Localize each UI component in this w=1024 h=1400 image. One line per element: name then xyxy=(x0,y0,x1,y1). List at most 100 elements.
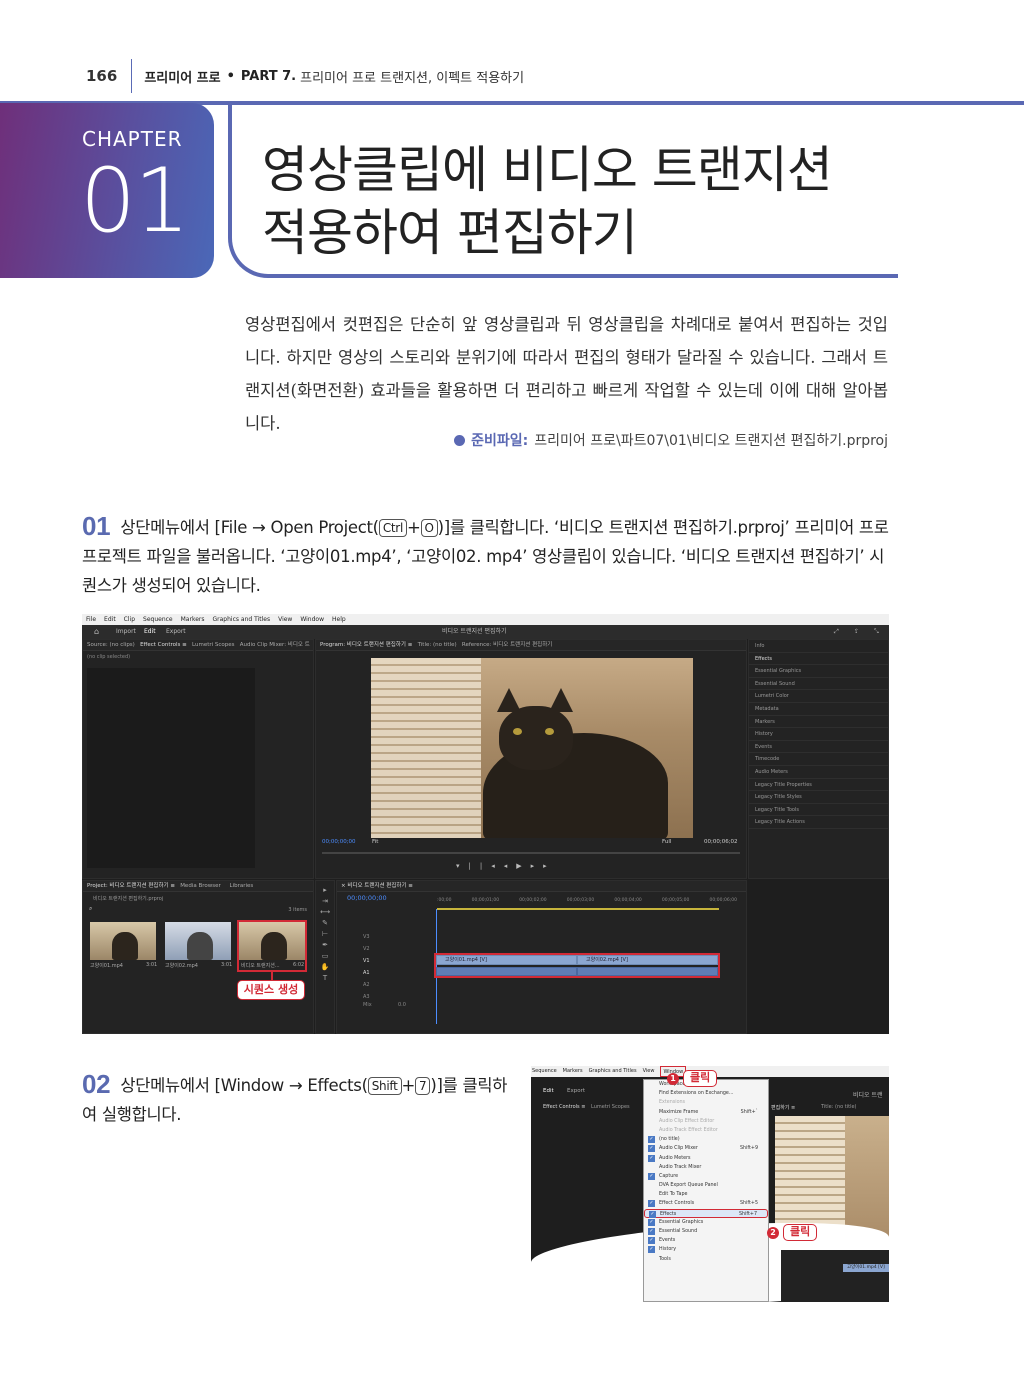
tab-project[interactable]: Project: 비디오 트랜지션 편집하기 ≡ xyxy=(87,883,175,889)
panel-markers[interactable]: Markers xyxy=(749,716,888,729)
tab-source[interactable]: Source: (no clips) xyxy=(87,642,135,648)
ws-edit[interactable]: Edit xyxy=(144,625,156,639)
panel-metadata[interactable]: Metadata xyxy=(749,703,888,716)
chapter-title-line1: 영상클립에 비디오 트랜지션 xyxy=(262,141,833,199)
panel-history[interactable]: History xyxy=(749,728,888,741)
tab-effect-controls[interactable]: Effect Controls ≡ xyxy=(140,642,187,648)
cat-thumb-figure xyxy=(187,932,213,960)
search-icon[interactable]: ⌕ xyxy=(89,905,92,913)
panel-essential-graphics[interactable]: Essential Graphics xyxy=(749,665,888,678)
tab-sequence[interactable]: × 비디오 트랜지션 편집하기 ≡ xyxy=(341,883,413,889)
menu-item[interactable]: ✓ Capture xyxy=(644,1172,768,1181)
tool-icons[interactable]: ▸ ⇥ ⟷ ✎ ⊢ ✒ ▭ ✋ T xyxy=(316,881,334,984)
fullscreen-icon[interactable]: ⤢ xyxy=(834,625,839,639)
program-panel-tabs: Program: 비디오 트랜지션 편집하기 ≡ Title: (no titl… xyxy=(316,640,746,651)
panel-info[interactable]: Info xyxy=(749,640,888,653)
tab-effect-controls[interactable]: Effect Controls ≡ xyxy=(543,1104,585,1110)
panel-lumetri-color[interactable]: Lumetri Color xyxy=(749,690,888,703)
menu-view[interactable]: View xyxy=(643,1066,655,1077)
home-icon[interactable]: ⌂ xyxy=(94,625,99,639)
track-a1[interactable]: A1 xyxy=(363,970,370,980)
tab-media-browser[interactable]: Media Browser xyxy=(180,883,221,889)
menu-graphics[interactable]: Graphics and Titles xyxy=(213,614,271,625)
panel-legacy-title-styles[interactable]: Legacy Title Styles xyxy=(749,791,888,804)
menu-clip[interactable]: Clip xyxy=(124,614,135,625)
bin-thumb-cat01[interactable] xyxy=(90,922,156,960)
work-area-bar[interactable] xyxy=(437,908,719,910)
track-v3[interactable]: V3 xyxy=(363,934,370,944)
menu-item[interactable]: ✓ Events xyxy=(644,1236,768,1245)
expand-icon[interactable]: ⤡ xyxy=(874,625,879,639)
menu-item[interactable]: ✓ History xyxy=(644,1245,768,1254)
intro-paragraph: 영상편집에서 컷편집은 단순히 앞 영상클립과 뒤 영상클립을 차례대로 붙여서… xyxy=(245,315,888,433)
menu-sequence[interactable]: Sequence xyxy=(532,1066,557,1077)
bin-dur-cat02: 3:01 xyxy=(221,962,233,968)
tab-program[interactable]: 편집하기 ≡ xyxy=(771,1104,795,1111)
menu-item[interactable]: ✓ Essential Graphics xyxy=(644,1218,768,1227)
key-7: 7 xyxy=(415,1077,431,1095)
resolution-dropdown[interactable]: Full xyxy=(662,839,671,845)
tab-lumetri[interactable]: Lumetri Scopes xyxy=(591,1104,630,1110)
ws-export[interactable]: Export xyxy=(166,625,186,639)
panel-legacy-title-properties[interactable]: Legacy Title Properties xyxy=(749,779,888,792)
tab-title[interactable]: Title: (no title) xyxy=(821,1104,856,1110)
menu-item-effects[interactable]: ✓ Effects Shift+7 xyxy=(644,1208,768,1218)
menu-item[interactable]: Audio Track Mixer xyxy=(644,1163,768,1172)
tab-lumetri-scopes[interactable]: Lumetri Scopes xyxy=(192,642,235,648)
panel-timecode[interactable]: Timecode xyxy=(749,753,888,766)
share-icon[interactable]: ⇪ xyxy=(854,625,859,639)
tab-title[interactable]: Title: (no title) xyxy=(418,642,457,648)
track-v2[interactable]: V2 xyxy=(363,946,370,956)
menu-window[interactable]: Window xyxy=(300,614,324,625)
ws-edit[interactable]: Edit xyxy=(543,1088,554,1094)
sequence-callout: 시퀀스 생성 xyxy=(237,980,305,1000)
tab-program[interactable]: Program: 비디오 트랜지션 편집하기 ≡ xyxy=(320,642,412,648)
menu-edit[interactable]: Edit xyxy=(104,614,116,625)
tab-libraries[interactable]: Libraries xyxy=(230,883,254,889)
bin-thumb-cat02[interactable] xyxy=(165,922,231,960)
keyframe-area xyxy=(87,668,255,868)
running-header: 166 프리미어 프로 • PART 7. 프리미어 프로 트랜지션, 이펙트 … xyxy=(86,58,524,94)
menu-markers[interactable]: Markers xyxy=(181,614,205,625)
menu-item[interactable]: DVA Export Queue Panel xyxy=(644,1181,768,1190)
menu-file[interactable]: File xyxy=(86,614,96,625)
menu-sequence[interactable]: Sequence xyxy=(143,614,173,625)
ws-import[interactable]: Import xyxy=(116,625,136,639)
panel-events[interactable]: Events xyxy=(749,741,888,754)
track-v1[interactable]: V1 xyxy=(363,958,370,968)
menu-graphics[interactable]: Graphics and Titles xyxy=(589,1066,637,1077)
playhead-scrubber[interactable] xyxy=(322,852,740,854)
menu-item[interactable]: ✓ Essential Sound xyxy=(644,1227,768,1236)
panel-essential-sound[interactable]: Essential Sound xyxy=(749,678,888,691)
timeline-timecode[interactable]: 00;00;00;00 xyxy=(347,894,387,902)
menu-item[interactable]: Find Extensions on Exchange... xyxy=(644,1089,768,1098)
track-a2[interactable]: A2 xyxy=(363,982,370,992)
panel-audio-meters[interactable]: Audio Meters xyxy=(749,766,888,779)
cat-eye-left xyxy=(513,728,522,735)
transport-controls[interactable]: ▾||◂◂▶▸▸ xyxy=(456,862,556,870)
panel-legacy-title-tools[interactable]: Legacy Title Tools xyxy=(749,804,888,817)
menu-item[interactable]: ✓ Effect Controls Shift+5 xyxy=(644,1199,768,1208)
menu-item[interactable]: ✓ (no title) xyxy=(644,1135,768,1144)
panel-effects[interactable]: Effects xyxy=(749,653,888,666)
key-plus: + xyxy=(406,518,421,537)
program-timecode[interactable]: 00;00;00;00 xyxy=(322,839,356,845)
ws-export[interactable]: Export xyxy=(567,1088,585,1094)
check-icon: ✓ xyxy=(648,1237,655,1245)
menu-item[interactable]: ✓ Audio Meters xyxy=(644,1154,768,1163)
menu-view[interactable]: View xyxy=(278,614,292,625)
menu-item[interactable]: Edit To Tape xyxy=(644,1190,768,1199)
menu-item[interactable]: ✓ Audio Clip Mixer Shift+9 xyxy=(644,1144,768,1153)
panel-legacy-title-actions[interactable]: Legacy Title Actions xyxy=(749,816,888,829)
menu-markers[interactable]: Markers xyxy=(563,1066,583,1077)
mix-value[interactable]: 0.0 xyxy=(398,1002,406,1012)
fit-dropdown[interactable]: Fit xyxy=(372,839,378,845)
menu-help[interactable]: Help xyxy=(332,614,346,625)
tab-audio-clip-mixer[interactable]: Audio Clip Mixer: 비디오 트 xyxy=(240,642,310,648)
clip-cat01-video[interactable]: 고양이01.mp4 [V] xyxy=(843,1264,889,1272)
menu-item[interactable]: Tools xyxy=(644,1255,768,1264)
menu-item[interactable]: Maximize Frame Shift+` xyxy=(644,1108,768,1117)
cat-ear-right xyxy=(549,688,573,712)
check-icon: ✓ xyxy=(648,1136,655,1144)
tab-reference[interactable]: Reference: 비디오 트랜지션 편집하기 xyxy=(462,642,552,648)
